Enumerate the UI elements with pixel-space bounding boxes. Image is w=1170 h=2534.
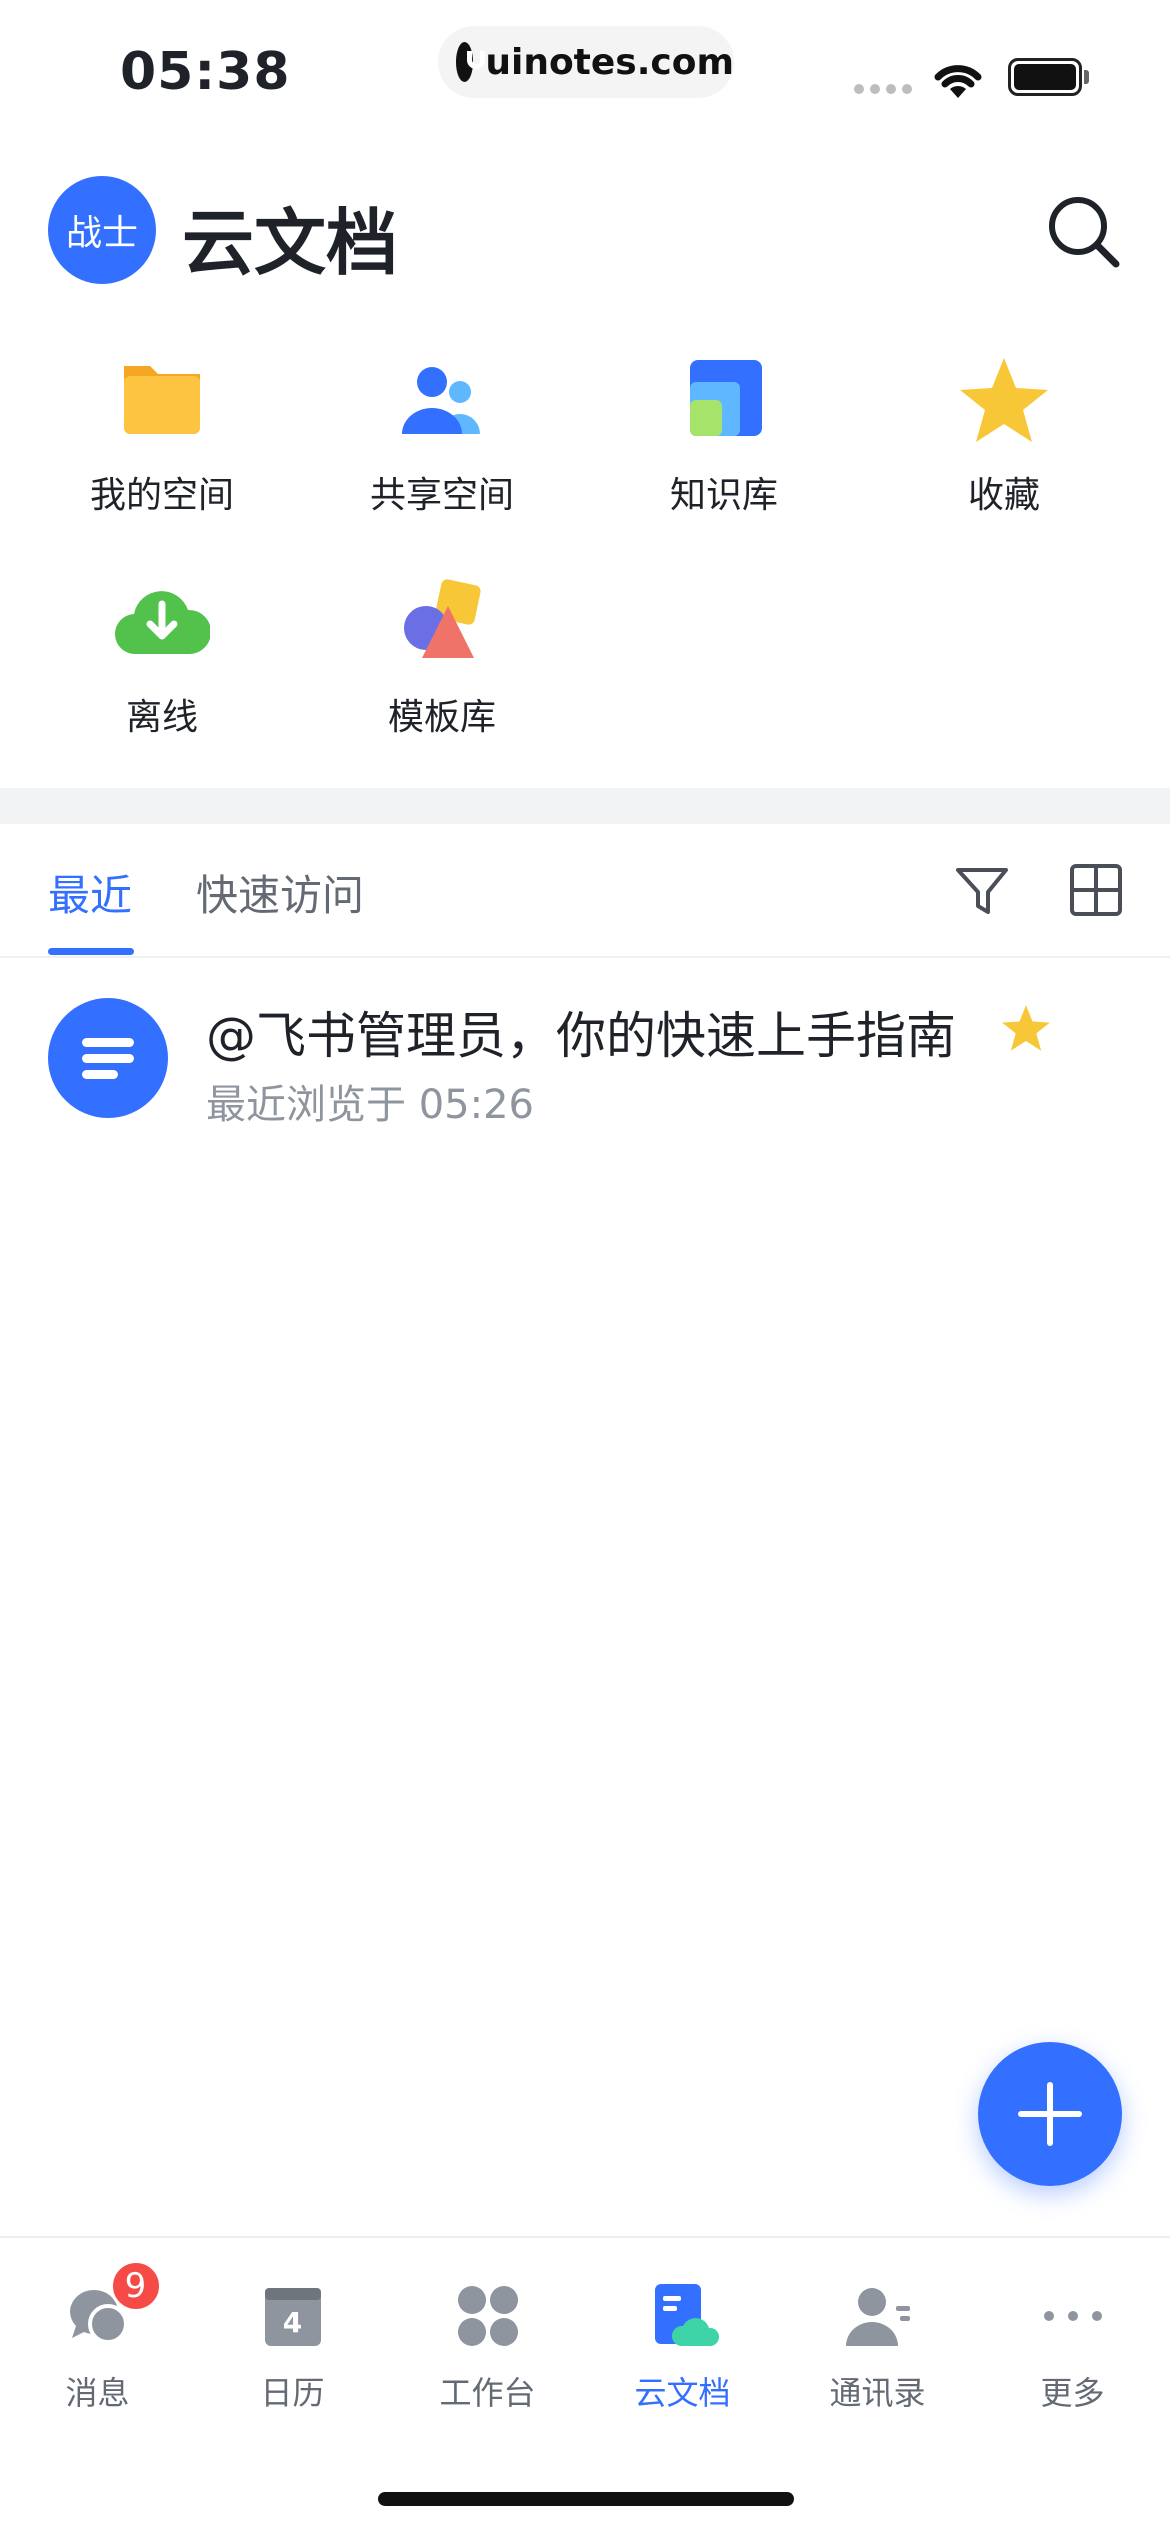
shared-users-icon: [402, 367, 480, 434]
site-logo-icon: [456, 42, 486, 82]
url-text: uinotes.com: [485, 41, 734, 83]
page-title: 云文档: [182, 201, 399, 285]
calendar-day: 4: [282, 2306, 303, 2339]
home-indicator[interactable]: [378, 2492, 794, 2506]
templates-icon: [404, 579, 481, 658]
unread-badge: 9: [109, 2260, 162, 2312]
wifi-icon: [934, 65, 982, 98]
nav-label: 消息: [65, 2374, 130, 2412]
workbench-icon: [457, 2286, 518, 2346]
status-time: 05:38: [120, 42, 291, 102]
battery-icon: [1008, 58, 1082, 96]
cloud-download-icon: [114, 591, 210, 655]
contacts-icon: [845, 2288, 910, 2346]
folder-icon: [124, 366, 200, 434]
grid-item-knowledge-base[interactable]: 知识库: [584, 352, 864, 518]
nav-label: 日历: [260, 2374, 325, 2412]
grid-item-my-space[interactable]: 我的空间: [22, 352, 302, 518]
grid-label: 我的空间: [89, 475, 234, 516]
nav-item-contacts[interactable]: 通讯录: [780, 2280, 975, 2414]
grid-label: 知识库: [669, 475, 778, 516]
cellular-signal-icon: [854, 84, 912, 94]
url-pill[interactable]: uinotes.com: [438, 26, 734, 98]
nav-item-messages[interactable]: 9 消息: [0, 2260, 195, 2414]
nav-item-workbench[interactable]: 工作台: [390, 2280, 585, 2414]
filter-icon[interactable]: [952, 860, 1012, 920]
knowledge-base-icon: [690, 360, 762, 436]
nav-label: 工作台: [439, 2374, 536, 2412]
nav-item-more[interactable]: 更多: [975, 2280, 1170, 2414]
more-icon: [1043, 2311, 1102, 2321]
battery-tip: [1084, 70, 1089, 84]
grid-label: 离线: [125, 697, 198, 738]
grid-item-shared-space[interactable]: 共享空间: [302, 352, 582, 518]
tab-recent[interactable]: 最近: [48, 862, 132, 923]
star-icon: [960, 358, 1048, 442]
grid-label: 模板库: [387, 697, 496, 738]
document-icon[interactable]: [48, 998, 168, 1118]
avatar[interactable]: 战士: [48, 176, 156, 284]
section-divider: [0, 788, 1170, 824]
grid-item-favorites[interactable]: 收藏: [864, 352, 1144, 518]
search-icon[interactable]: [1044, 192, 1124, 272]
tab-active-indicator: [48, 948, 134, 955]
tab-divider: [0, 956, 1170, 958]
nav-label: 更多: [1040, 2374, 1105, 2412]
tab-quick-access[interactable]: 快速访问: [196, 862, 364, 923]
document-title[interactable]: @飞书管理员，你的快速上手指南: [206, 996, 956, 1068]
grid-label: 收藏: [967, 475, 1040, 516]
document-subtitle: 最近浏览于 05:26: [206, 1082, 534, 1128]
nav-item-calendar[interactable]: 4 日历: [195, 2280, 390, 2414]
grid-item-offline[interactable]: 离线: [22, 574, 302, 740]
star-icon[interactable]: [1000, 1002, 1052, 1054]
cloud-docs-icon: [654, 2284, 719, 2346]
create-button[interactable]: [978, 2042, 1122, 2186]
grid-item-templates[interactable]: 模板库: [302, 574, 582, 740]
nav-label: 云文档: [634, 2374, 731, 2412]
grid-label: 共享空间: [369, 475, 514, 516]
nav-item-cloud-docs[interactable]: 云文档: [585, 2280, 780, 2414]
grid-view-icon[interactable]: [1068, 862, 1124, 918]
nav-label: 通讯录: [829, 2374, 926, 2412]
